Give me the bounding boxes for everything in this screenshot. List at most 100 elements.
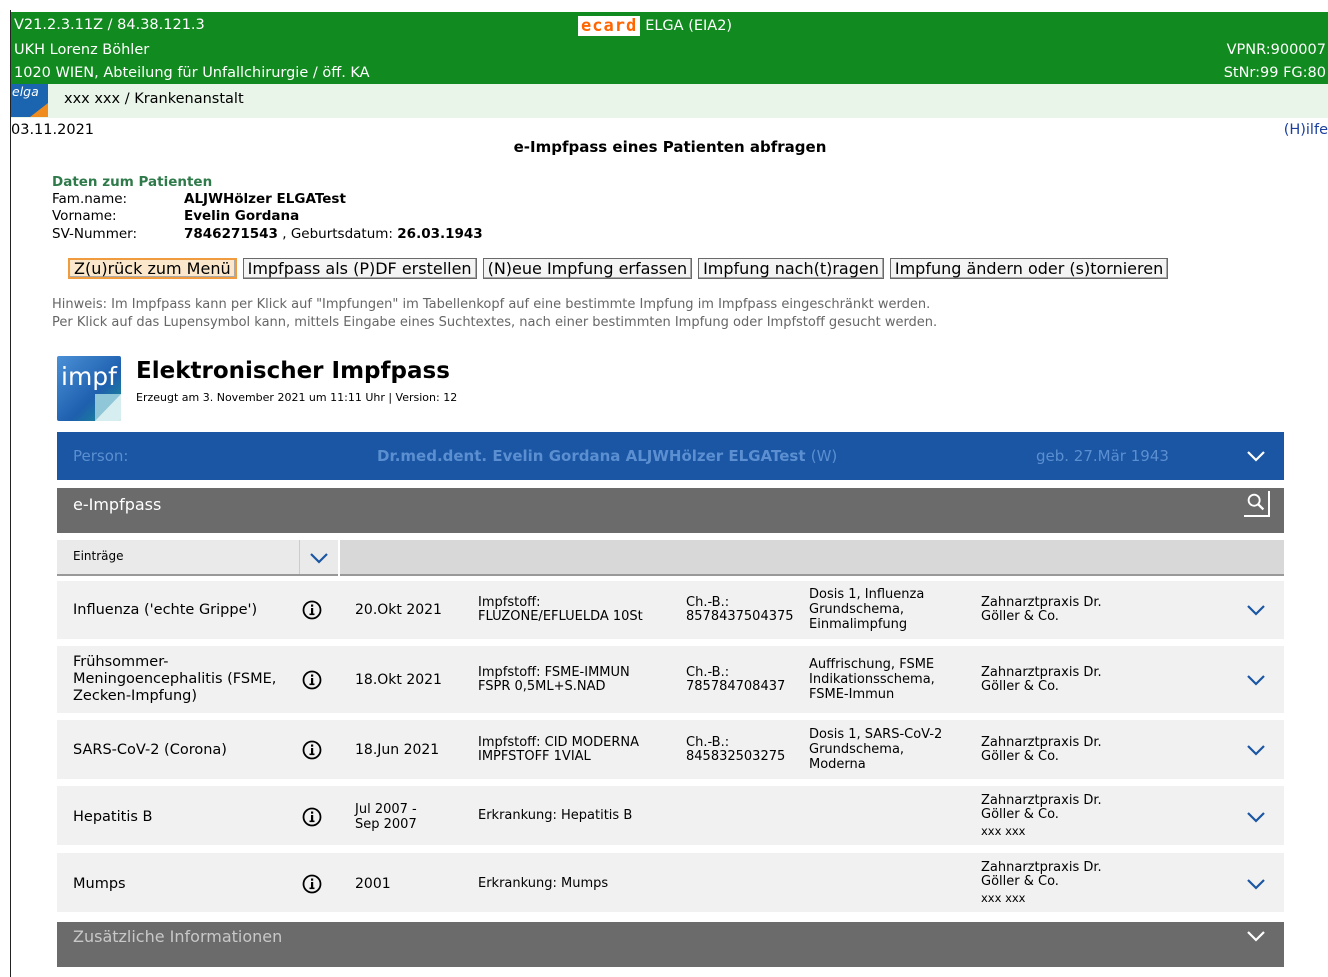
dose-info: Dosis 1, SARS-CoV-2 Grundschema, Moderna	[809, 727, 942, 772]
chevron-down-icon	[310, 553, 328, 564]
new-vaccination-button[interactable]: (N)eue Impfung erfassen	[482, 258, 693, 279]
substance-line-2: FSPR 0,5ML+S.NAD	[478, 679, 606, 694]
dose-line-1: Auffrischung, FSME	[809, 657, 935, 672]
substance-line-1: Impfstoff:	[478, 595, 541, 610]
dose-info: Auffrischung, FSME Indikationsschema, FSME…	[809, 657, 935, 702]
vaccination-date: 2001	[355, 876, 391, 892]
batch-number: Ch.-B.: 8578437504375	[686, 596, 794, 624]
info-icon[interactable]	[301, 669, 323, 691]
table-row[interactable]: Frühsommer-Meningoencephalitis (FSME, Ze…	[57, 646, 1284, 713]
patient-heading: Daten zum Patienten	[52, 174, 213, 190]
practice-line-2: Göller & Co.	[981, 807, 1059, 822]
chevron-down-icon[interactable]	[1246, 743, 1266, 757]
practice-line-1: Zahnarztpraxis Dr.	[981, 595, 1102, 610]
action-buttons: Z(u)rück zum Menü Impfpass als (P)DF ers…	[68, 258, 1169, 279]
practice: Zahnarztpraxis Dr. Göller & Co. xxx xxx	[981, 793, 1102, 839]
filter-select[interactable]: Einträge	[57, 540, 339, 574]
edit-cancel-vaccination-button[interactable]: Impfung ändern oder (s)tornieren	[889, 258, 1169, 279]
substance-line-1: Impfstoff: FSME-IMMUN	[478, 665, 630, 680]
vaccination-date: 18.Jun 2021	[355, 742, 440, 758]
batch-number: Ch.-B.: 845832503275	[686, 736, 785, 764]
person-bar[interactable]: Person: Dr.med.dent. Evelin Gordana ALJW…	[57, 432, 1284, 480]
add-later-vaccination-button[interactable]: Impfung nach(t)ragen	[698, 258, 884, 279]
ecard-logo: ecard	[578, 16, 641, 36]
vorname-label: Vorname:	[52, 208, 117, 224]
header-divider	[338, 540, 340, 576]
filter-dropdown-toggle[interactable]	[299, 540, 338, 574]
vaccination-date: Jul 2007 - Sep 2007	[355, 802, 417, 832]
vaccination-date: 20.Okt 2021	[355, 602, 442, 618]
dose-line-3: FSME-Immun	[809, 687, 895, 702]
vaccine-name: Hepatitis B	[73, 809, 153, 825]
table-row[interactable]: Mumps 2001 Erkrankung: Mumps Zahnarztpra…	[57, 853, 1284, 912]
vaccine-substance: Impfstoff: FLUZONE/EFLUELDA 10St	[478, 596, 643, 624]
vaccine-name: SARS-CoV-2 (Corona)	[73, 742, 227, 758]
chevron-down-icon[interactable]	[1246, 449, 1266, 463]
vaccine-name: Mumps	[73, 876, 126, 892]
elga-logo-triangle	[30, 103, 48, 117]
frame-top	[0, 0, 1328, 10]
hint-line-2: Per Klick auf das Lupensymbol kann, mitt…	[52, 315, 938, 330]
geb-value: 26.03.1943	[397, 226, 483, 242]
batch-value: 785784708437	[686, 679, 786, 694]
dose-line-2: Indikationsschema,	[809, 672, 935, 687]
chevron-down-icon[interactable]	[1246, 673, 1266, 687]
vpnr: VPNR:900007	[1226, 42, 1326, 58]
filter-label: Einträge	[73, 549, 124, 563]
additional-info-bar[interactable]: Zusätzliche Informationen	[57, 922, 1284, 967]
stnr: StNr:99 FG:80	[1223, 65, 1326, 81]
practice: Zahnarztpraxis Dr. Göller & Co. xxx xxx	[981, 860, 1102, 906]
help-link[interactable]: (H)ilfe	[1284, 122, 1328, 138]
search-icon[interactable]	[1244, 491, 1270, 517]
practice-line-3: xxx xxx	[981, 891, 1026, 905]
date-line-1: Jul 2007 -	[355, 802, 417, 817]
practice-line-1: Zahnarztpraxis Dr.	[981, 665, 1102, 680]
chevron-down-icon[interactable]	[1246, 603, 1266, 617]
practice-line-2: Göller & Co.	[981, 679, 1059, 694]
info-icon[interactable]	[301, 599, 323, 621]
info-icon[interactable]	[301, 739, 323, 761]
user-info: xxx xxx / Krankenanstalt	[64, 91, 244, 107]
person-name: Dr.med.dent. Evelin Gordana ALJWHölzer E…	[377, 447, 837, 465]
table-row[interactable]: Influenza ('echte Grippe') 20.Okt 2021 I…	[57, 581, 1284, 639]
sv-label: SV-Nummer:	[52, 226, 138, 242]
table-row[interactable]: Hepatitis B Jul 2007 - Sep 2007 Erkrankun…	[57, 786, 1284, 845]
geb-label: , Geburtsdatum:	[282, 226, 393, 242]
eimpfpass-section-bar: e-Impfpass	[57, 488, 1284, 533]
chevron-down-icon[interactable]	[1246, 810, 1266, 824]
impfpass-subtitle: Erzeugt am 3. November 2021 um 11:11 Uhr…	[136, 391, 458, 404]
disease-info: Erkrankung: Mumps	[478, 876, 609, 891]
current-date: 03.11.2021	[11, 122, 95, 138]
table-row[interactable]: SARS-CoV-2 (Corona) 18.Jun 2021 Impfstof…	[57, 720, 1284, 779]
sv-value: 7846271543	[184, 226, 278, 242]
hint-line-1: Hinweis: Im Impfpass kann per Klick auf …	[52, 297, 931, 312]
create-pdf-button[interactable]: Impfpass als (P)DF erstellen	[242, 258, 477, 279]
batch-value: 845832503275	[686, 749, 786, 764]
dose-line-2: Grundschema,	[809, 602, 905, 617]
back-to-menu-button[interactable]: Z(u)rück zum Menü	[68, 258, 237, 279]
patient-sv-row: SV-Nummer: 7846271543 , Geburtsdatum: 26.…	[52, 226, 483, 242]
practice-line-1: Zahnarztpraxis Dr.	[981, 860, 1102, 875]
person-birthdate: geb. 27.Mär 1943	[1036, 447, 1169, 465]
dose-line-1: Dosis 1, SARS-CoV-2	[809, 727, 943, 742]
chevron-down-icon[interactable]	[1246, 877, 1266, 891]
additional-info-title: Zusätzliche Informationen	[73, 927, 283, 946]
app-header: V21.2.3.11Z / 84.38.121.3 UKH Lorenz Böh…	[11, 12, 1328, 84]
practice-line-3: xxx xxx	[981, 824, 1026, 838]
dose-line-2: Grundschema,	[809, 742, 905, 757]
user-bar: elga xxx xxx / Krankenanstalt	[11, 84, 1328, 118]
person-label: Person:	[73, 447, 129, 465]
table-header: Einträge	[57, 540, 1284, 576]
practice: Zahnarztpraxis Dr. Göller & Co.	[981, 596, 1102, 624]
impfpass-title: Elektronischer Impfpass	[136, 358, 450, 384]
chevron-down-icon[interactable]	[1246, 929, 1266, 943]
hospital-name: UKH Lorenz Böhler	[14, 42, 150, 58]
famname-value: ALJWHölzer ELGATest	[184, 191, 346, 207]
info-icon[interactable]	[301, 806, 323, 828]
person-sex: (W)	[810, 447, 838, 465]
practice: Zahnarztpraxis Dr. Göller & Co.	[981, 666, 1102, 694]
practice-line-1: Zahnarztpraxis Dr.	[981, 793, 1102, 808]
info-icon[interactable]	[301, 873, 323, 895]
section-title: e-Impfpass	[73, 495, 162, 514]
hint-text: Hinweis: Im Impfpass kann per Klick auf …	[52, 296, 937, 332]
